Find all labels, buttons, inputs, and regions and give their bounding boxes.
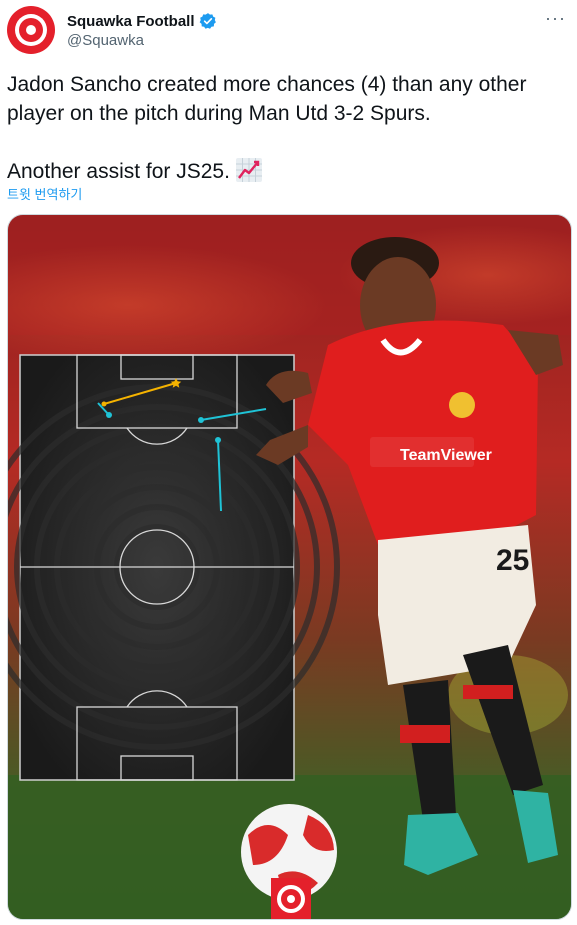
tweet-line-2: Another assist for JS25. — [7, 157, 572, 186]
sponsor-text: TeamViewer — [400, 447, 492, 464]
translate-tweet-link[interactable]: 트윗 번역하기 — [7, 184, 82, 203]
media-graphic: TeamViewer 25 — [8, 215, 571, 919]
squawka-watermark-icon — [271, 878, 311, 919]
pitch-map — [8, 354, 340, 781]
chart-increasing-icon — [235, 158, 262, 182]
more-options-icon[interactable]: ··· — [545, 8, 566, 29]
avatar[interactable] — [7, 6, 55, 54]
author-name-row: Squawka Football — [67, 11, 217, 31]
tweet-media-image[interactable]: TeamViewer 25 — [7, 214, 572, 920]
author-handle[interactable]: @Squawka — [67, 32, 144, 49]
tweet-line-2-text: Another assist for JS25. — [7, 160, 230, 183]
tweet-line-1: Jadon Sancho created more chances (4) th… — [7, 73, 527, 125]
tweet-header: Squawka Football @Squawka ··· — [7, 6, 570, 56]
verified-badge-icon — [199, 13, 216, 29]
display-name[interactable]: Squawka Football — [67, 13, 195, 30]
jersey-number: 25 — [496, 544, 529, 577]
tweet-text: Jadon Sancho created more chances (4) th… — [7, 70, 572, 186]
